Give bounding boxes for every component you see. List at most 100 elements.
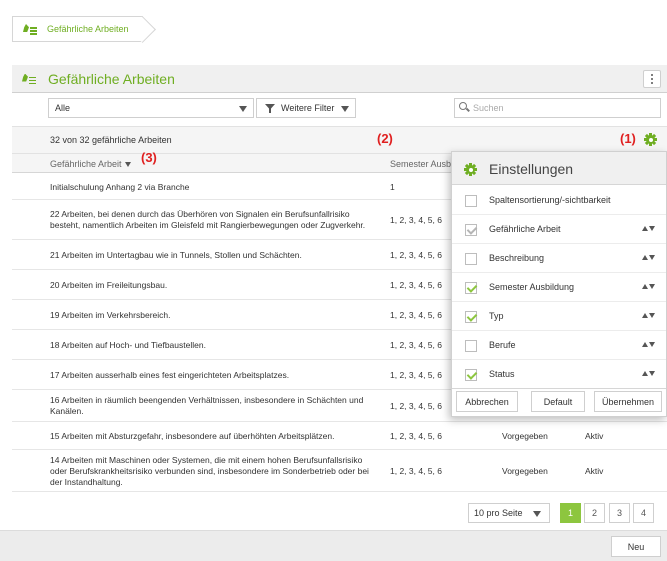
settings-header: Einstellungen: [452, 152, 666, 185]
cell-name: 19 Arbeiten im Verkehrsbereich.: [50, 309, 171, 320]
settings-item-label: Semester Ausbildung: [489, 282, 575, 292]
filter-icon: [265, 104, 275, 113]
sort-arrows-icon[interactable]: [642, 371, 656, 378]
status-select-value: Alle: [55, 103, 71, 113]
page-button-1[interactable]: 1: [560, 503, 581, 523]
footer-bar: Neu: [0, 530, 667, 561]
cell-name: 15 Arbeiten mit Absturzgefahr, insbesond…: [50, 430, 335, 441]
per-page-value: 10 pro Seite: [474, 508, 523, 518]
annotation-1: (1): [620, 131, 636, 146]
page-header: Gefährliche Arbeiten: [12, 65, 667, 93]
settings-item-label: Spaltensortierung/-sichtbarkeit: [489, 195, 611, 205]
breadcrumb-item[interactable]: Gefährliche Arbeiten: [12, 16, 143, 42]
chevron-down-icon: [533, 511, 541, 517]
cell-name: 17 Arbeiten ausserhalb eines fest einger…: [50, 369, 290, 380]
settings-checkbox[interactable]: [465, 369, 477, 381]
settings-item: Typ: [452, 302, 666, 331]
settings-item-label: Typ: [489, 311, 504, 321]
settings-item: Beschreibung: [452, 244, 666, 273]
default-button[interactable]: Default: [531, 391, 585, 412]
settings-checkbox[interactable]: [465, 224, 477, 236]
apply-button[interactable]: Übernehmen: [594, 391, 662, 412]
settings-item-label: Status: [489, 369, 515, 379]
cell-typ: Vorgegeben: [502, 430, 548, 441]
result-count: 32 von 32 gefährliche Arbeiten: [50, 135, 172, 145]
settings-item: Berufe: [452, 331, 666, 360]
cell-name: Initialschulung Anhang 2 via Branche: [50, 181, 190, 192]
chevron-down-icon: [239, 106, 247, 112]
cell-status: Aktiv: [585, 430, 604, 441]
settings-checkbox[interactable]: [465, 340, 477, 352]
column-header-name-label: Gefährliche Arbeit: [50, 159, 122, 169]
settings-item: Status: [452, 360, 666, 389]
sort-arrows-icon[interactable]: [642, 255, 656, 262]
annotation-3: (3): [141, 150, 157, 165]
sort-arrows-icon[interactable]: [642, 284, 656, 291]
cell-semester: 1, 2, 3, 4, 5, 6: [390, 465, 442, 476]
sort-arrows-icon[interactable]: [642, 313, 656, 320]
new-button[interactable]: Neu: [611, 536, 661, 557]
cell-name: 14 Arbeiten mit Maschinen oder Systemen,…: [50, 454, 369, 487]
sort-arrows-icon[interactable]: [642, 226, 656, 233]
cell-semester: 1, 2, 3, 4, 5, 6: [390, 309, 442, 320]
breadcrumb-label: Gefährliche Arbeiten: [47, 24, 129, 34]
settings-checkbox[interactable]: [465, 195, 477, 207]
settings-item-label: Gefährliche Arbeit: [489, 224, 561, 234]
annotation-2: (2): [377, 131, 393, 146]
cell-semester: 1, 2, 3, 4, 5, 6: [390, 339, 442, 350]
more-filters-label: Weitere Filter: [281, 103, 335, 113]
cell-semester: 1, 2, 3, 4, 5, 6: [390, 430, 442, 441]
cell-name: 22 Arbeiten, bei denen durch das Überhör…: [50, 209, 366, 230]
cell-name: 21 Arbeiten im Untertagbau wie in Tunnel…: [50, 249, 302, 260]
cell-semester: 1, 2, 3, 4, 5, 6: [390, 214, 442, 225]
cancel-button[interactable]: Abbrechen: [456, 391, 518, 412]
settings-item-label: Beschreibung: [489, 253, 545, 263]
settings-item: Spaltensortierung/-sichtbarkeit: [452, 186, 666, 215]
cell-semester: 1, 2, 3, 4, 5, 6: [390, 249, 442, 260]
sort-arrows-icon[interactable]: [642, 342, 656, 349]
page-title: Gefährliche Arbeiten: [48, 70, 175, 87]
column-header-name[interactable]: Gefährliche Arbeit: [50, 159, 131, 169]
cell-typ: Vorgegeben: [502, 465, 548, 476]
count-bar: 32 von 32 gefährliche Arbeiten: [12, 127, 667, 153]
settings-item: Gefährliche Arbeit: [452, 215, 666, 244]
settings-item-label: Berufe: [489, 340, 516, 350]
settings-checkbox[interactable]: [465, 253, 477, 265]
sort-desc-icon: [124, 162, 131, 168]
settings-title: Einstellungen: [489, 161, 574, 177]
gear-icon: [464, 163, 477, 176]
cell-name: 16 Arbeiten in räumlich beengenden Verhä…: [50, 395, 364, 416]
settings-item: Semester Ausbildung: [452, 273, 666, 302]
settings-checkbox[interactable]: [465, 282, 477, 294]
more-filters-button[interactable]: Weitere Filter: [256, 98, 356, 118]
settings-panel: Einstellungen Spaltensortierung/-sichtba…: [451, 151, 667, 417]
per-page-select[interactable]: 10 pro Seite: [468, 503, 550, 523]
cell-semester: 1, 2, 3, 4, 5, 6: [390, 279, 442, 290]
cell-semester: 1, 2, 3, 4, 5, 6: [390, 400, 442, 411]
search-icon: [459, 102, 470, 112]
settings-checkbox[interactable]: [465, 311, 477, 323]
hazard-list-icon: [23, 23, 37, 35]
pagination: 10 pro Seite 1234: [12, 498, 667, 530]
more-menu-button[interactable]: [643, 70, 661, 88]
settings-footer: Abbrechen Default Übernehmen: [452, 386, 666, 418]
search-box: [454, 98, 661, 118]
table-row[interactable]: 15 Arbeiten mit Absturzgefahr, insbesond…: [12, 422, 667, 450]
cell-name: 18 Arbeiten auf Hoch- und Tiefbaustellen…: [50, 339, 206, 350]
hazard-list-icon: [22, 73, 36, 85]
breadcrumb-bar: Gefährliche Arbeiten: [0, 0, 667, 58]
page-button-2[interactable]: 2: [584, 503, 605, 523]
page-button-3[interactable]: 3: [609, 503, 630, 523]
cell-name: 20 Arbeiten im Freileitungsbau.: [50, 279, 168, 290]
gear-icon[interactable]: [644, 133, 657, 146]
status-select[interactable]: Alle: [48, 98, 254, 118]
filter-bar: Alle Weitere Filter: [12, 93, 667, 127]
search-input[interactable]: [473, 103, 643, 113]
cell-semester: 1: [390, 181, 395, 192]
column-header-semester[interactable]: Semester Ausbi: [390, 159, 453, 169]
page-button-4[interactable]: 4: [633, 503, 654, 523]
chevron-down-icon: [341, 106, 349, 112]
cell-status: Aktiv: [585, 465, 604, 476]
cell-semester: 1, 2, 3, 4, 5, 6: [390, 369, 442, 380]
table-row[interactable]: 14 Arbeiten mit Maschinen oder Systemen,…: [12, 450, 667, 492]
